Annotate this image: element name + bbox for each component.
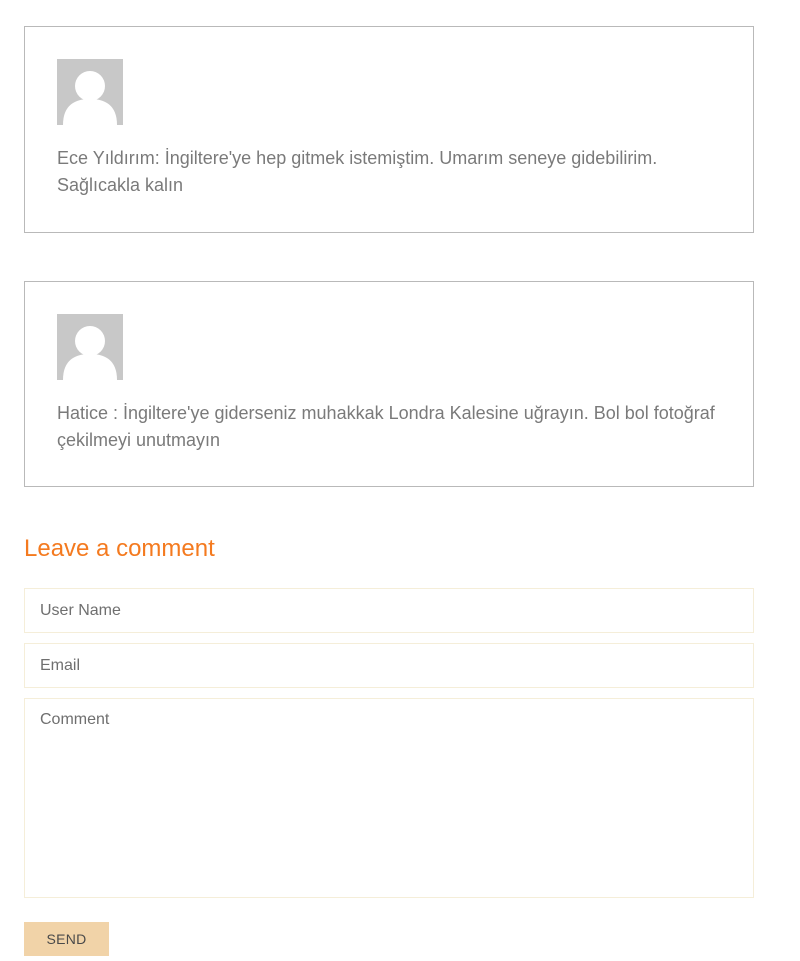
comments-section: Ece Yıldırım: İngiltere'ye hep gitmek is… [24,26,754,956]
user-silhouette-icon [57,59,123,125]
leave-comment-title: Leave a comment [24,535,215,562]
username-input[interactable] [24,588,754,633]
comment-card: Ece Yıldırım: İngiltere'ye hep gitmek is… [24,26,754,233]
email-input[interactable] [24,643,754,688]
user-silhouette-icon [57,314,123,380]
send-button[interactable]: SEND [24,922,109,956]
comment-text: Hatice : İngiltere'ye giderseniz muhakka… [57,403,715,450]
comment-textarea[interactable] [24,698,754,898]
comment-card: Hatice : İngiltere'ye giderseniz muhakka… [24,281,754,487]
comment-form: SEND [24,588,754,956]
comment-text: Ece Yıldırım: İngiltere'ye hep gitmek is… [57,148,658,195]
